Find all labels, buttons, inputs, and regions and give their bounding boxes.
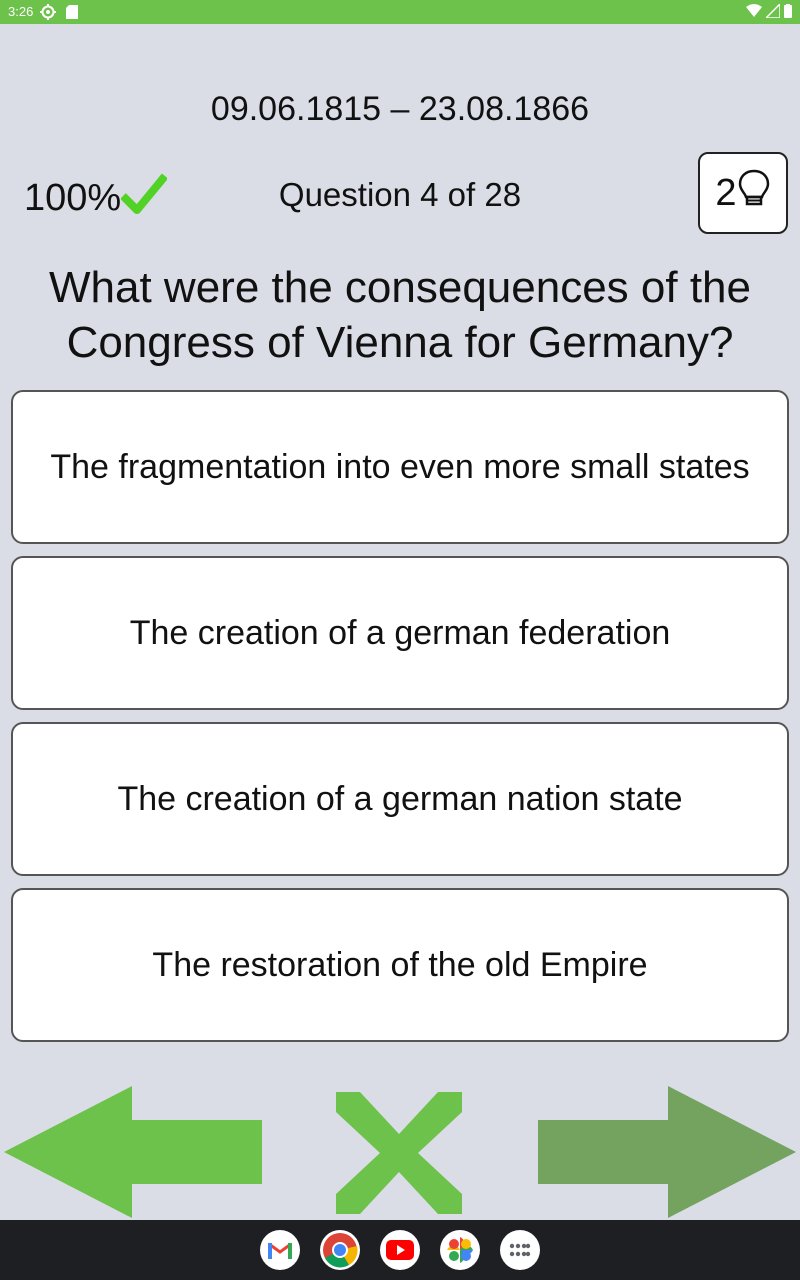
question-counter: Question 4 of 28 (278, 176, 522, 213)
question-text: What were the consequences of the Congre… (0, 260, 800, 370)
answer-option-2[interactable]: The creation of a german federation (11, 556, 789, 710)
status-bar: 3:26 (0, 0, 800, 24)
arrow-left-icon (4, 1086, 262, 1218)
answer-option-4[interactable]: The restoration of the old Empire (11, 888, 789, 1042)
forward-button[interactable] (536, 1086, 796, 1218)
status-indicators (746, 4, 792, 18)
wifi-icon (746, 4, 762, 17)
hint-button[interactable]: 2 (698, 152, 788, 234)
youtube-icon[interactable] (380, 1230, 420, 1270)
cell-signal-icon (766, 4, 780, 18)
close-x-icon (336, 1092, 462, 1214)
taskbar (0, 1220, 800, 1280)
question-line-2: Congress of Vienna for Germany? (66, 318, 734, 367)
sd-card-icon (66, 5, 78, 22)
back-button[interactable] (4, 1086, 264, 1218)
hint-count: 2 (715, 171, 737, 214)
status-time: 3:26 (8, 4, 34, 19)
lightbulb-icon (737, 168, 771, 218)
settings-status-icon (40, 4, 56, 23)
answer-option-1[interactable]: The fragmentation into even more small s… (11, 390, 789, 544)
app-drawer-icon[interactable] (500, 1230, 540, 1270)
close-button[interactable] (336, 1092, 462, 1214)
gmail-icon[interactable] (260, 1230, 300, 1270)
arrow-right-icon (538, 1086, 796, 1218)
answer-option-3[interactable]: The creation of a german nation state (11, 722, 789, 876)
photos-icon[interactable] (440, 1230, 480, 1270)
question-line-1: What were the consequences of the (49, 263, 751, 312)
date-range: 09.06.1815 – 23.08.1866 (210, 90, 590, 128)
battery-icon (784, 4, 792, 18)
chrome-icon[interactable] (320, 1230, 360, 1270)
taskbar-apps (0, 1230, 800, 1270)
